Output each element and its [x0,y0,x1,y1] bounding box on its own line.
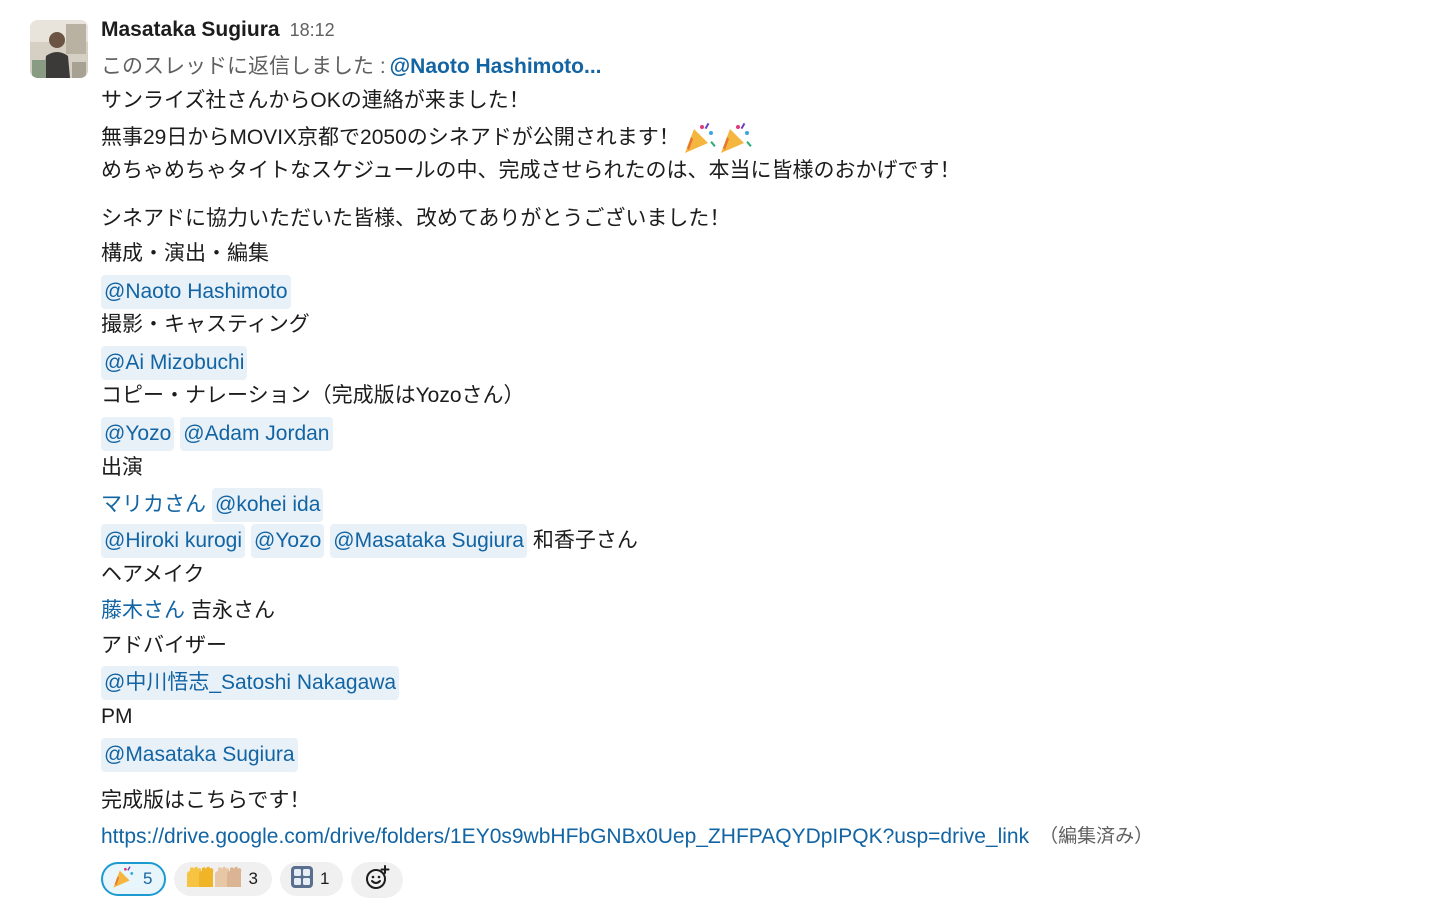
edited-label: （編集済み） [1039,826,1154,847]
mention-yozo[interactable]: @Yozo [101,417,175,451]
reaction-custom-emoji[interactable]: 1 [279,862,344,896]
text: 完成版はこちらです！ [101,789,311,812]
party-popper-icon [682,121,754,155]
text: シネアドに協力いただいた皆様、改めてありがとうございました！ [101,207,731,230]
text: サンライズ社さんからOKの連絡が来ました！ [101,89,530,112]
mention-adam-jordan[interactable]: @Adam Jordan [180,417,333,451]
link-fujiki[interactable]: 藤木さん [101,596,185,626]
thread-reply-note: このスレッドに返信しました : @Naoto Hashimoto... [101,52,602,82]
message-line: めちゃめちゃタイトなスケジュールの中、完成させられたのは、本当に皆様のおかげです… [101,156,961,186]
mention-ai-mizobuchi[interactable]: @Ai Mizobuchi [101,346,248,380]
thread-parent-link[interactable]: @Naoto Hashimoto... [390,52,602,82]
text: 出演 [101,456,143,479]
mention-masataka-sugiura[interactable]: @Masataka Sugiura [101,738,298,772]
mention-row: @Masataka Sugiura [101,738,304,772]
message-line: https://drive.google.com/drive/folders/1… [101,822,1153,852]
mention-row: @Ai Mizobuchi [101,346,253,380]
author-name[interactable]: Masataka Sugiura [101,18,280,42]
party-popper-icon [111,865,137,894]
text: 吉永さん [191,599,275,622]
message-line: シネアドに協力いただいた皆様、改めてありがとうございました！ [101,204,730,234]
text: 無事29日からMOVIX京都で2050のシネアドが公開されます！ [101,126,680,149]
timestamp[interactable]: 18:12 [290,20,335,41]
mention-row: 藤木さん 吉永さん [101,596,275,626]
text: 和香子さん [532,529,638,552]
text: アドバイザー [101,634,227,657]
reaction-count: 5 [143,869,153,888]
link-marika[interactable]: マリカさん [101,490,206,520]
add-reaction-button[interactable] [351,862,404,898]
section-heading: 撮影・キャスティング [101,310,310,340]
mention-satoshi-nakagawa[interactable]: @中川悟志_Satoshi Nakagawa [101,666,400,700]
reaction-count: 3 [248,869,258,888]
mention-row: @Hiroki kurogi @Yozo @Masataka Sugiura 和… [101,524,638,558]
mention-row: @Yozo @Adam Jordan [101,417,339,451]
message-line: 無事29日からMOVIX京都で2050のシネアドが公開されます！ [101,121,754,155]
reaction-raised-hands[interactable]: 3 [174,862,272,896]
section-heading: 構成・演出・編集 [101,239,269,269]
mention-kohei-ida[interactable]: @kohei ida [212,488,324,522]
mention-row: マリカさん @kohei ida [101,488,329,522]
section-heading: PM [101,702,133,732]
section-heading: アドバイザー [101,631,227,661]
mention-naoto-hashimoto[interactable]: @Naoto Hashimoto [101,275,291,309]
drive-link[interactable]: https://drive.google.com/drive/folders/1… [101,822,1029,852]
message-header: Masataka Sugiura 18:12 [101,18,335,48]
thread-note-text: このスレッドに返信しました : [101,55,386,78]
section-heading: ヘアメイク [101,560,205,590]
section-heading: コピー・ナレーション（完成版はYozoさん） [101,381,525,411]
mention-masataka-sugiura[interactable]: @Masataka Sugiura [330,524,527,558]
text: めちゃめちゃタイトなスケジュールの中、完成させられたのは、本当に皆様のおかげです… [101,159,961,182]
reactions-bar: 5 3 1 [101,862,404,898]
section-heading: 出演 [101,453,143,483]
text: PM [101,705,133,728]
mention-yozo[interactable]: @Yozo [251,524,325,558]
text: 撮影・キャスティング [101,313,310,336]
text: 構成・演出・編集 [101,242,269,265]
text: ヘアメイク [101,563,205,586]
mention-row: @Naoto Hashimoto [101,275,297,309]
reaction-count: 1 [319,869,330,888]
mention-row: @中川悟志_Satoshi Nakagawa [101,666,405,700]
mention-hiroki-kurogi[interactable]: @Hiroki kurogi [101,524,246,558]
text: コピー・ナレーション（完成版はYozoさん） [101,384,525,407]
custom-emoji-icon [290,865,314,894]
avatar[interactable] [30,20,88,78]
reaction-party-popper[interactable]: 5 [101,862,167,896]
message-line: サンライズ社さんからOKの連絡が来ました！ [101,86,530,116]
add-emoji-icon [364,864,390,896]
message-line: 完成版はこちらです！ [101,786,310,816]
raised-hands-icon [184,865,242,894]
